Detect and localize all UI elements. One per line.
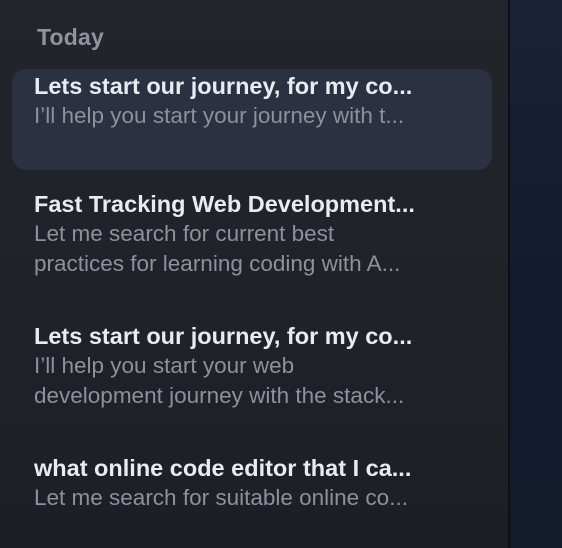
app-window: Today Lets start our journey, for my co.… — [0, 0, 562, 548]
conversation-preview-line-2: development journey with the stack... — [34, 383, 405, 408]
conversation-preview: I’ll help you start your journey with t.… — [34, 103, 405, 128]
section-header-today: Today — [37, 24, 105, 50]
conversation-item[interactable]: Lets start our journey, for my co... I’l… — [12, 321, 492, 429]
conversation-preview-line-2: practices for learning coding with A... — [34, 251, 401, 276]
conversation-title: Lets start our journey, for my co... — [34, 323, 413, 349]
conversation-item[interactable]: what online code editor that I ca... Let… — [12, 453, 492, 525]
conversation-item[interactable]: Lets start our journey, for my co... I’l… — [12, 69, 492, 170]
main-content-area — [510, 0, 562, 548]
conversation-title: Fast Tracking Web Development... — [34, 191, 415, 217]
conversation-title: what online code editor that I ca... — [34, 455, 412, 481]
conversation-preview: Let me search for suitable online co... — [34, 485, 408, 510]
conversation-item[interactable]: Fast Tracking Web Development... Let me … — [12, 189, 492, 297]
conversation-preview-line-1: Let me search for current best — [34, 221, 335, 246]
chat-history-sidebar: Today Lets start our journey, for my co.… — [0, 0, 508, 548]
conversation-preview-line-1: I’ll help you start your web — [34, 353, 295, 378]
conversation-title: Lets start our journey, for my co... — [34, 73, 413, 99]
